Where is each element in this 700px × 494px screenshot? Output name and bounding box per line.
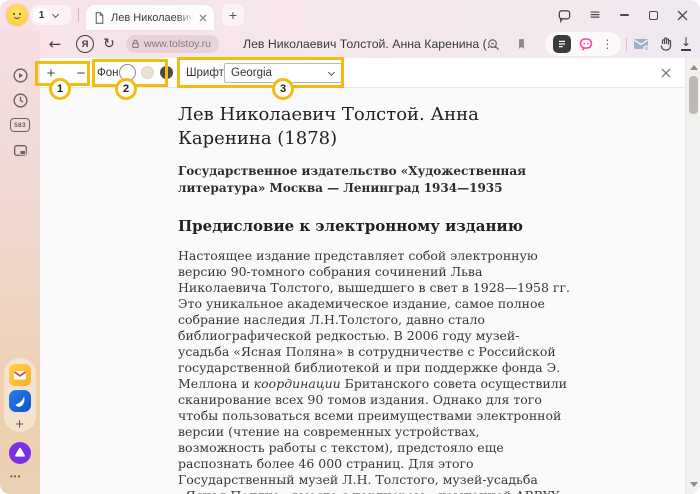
active-tab[interactable]: Лев Николаевич Толс <box>86 5 214 30</box>
window-close-button[interactable] <box>672 5 692 25</box>
tab-count-value: 1 <box>34 8 49 23</box>
reader-close-button[interactable] <box>658 65 674 81</box>
yandex-disk-app-icon[interactable] <box>9 390 31 412</box>
article-paragraph: Настоящее издание представляет собой эле… <box>178 248 570 494</box>
maximize-button[interactable] <box>643 5 663 25</box>
article-title: Лев Николаевич Толстой. Анна Каренина (1… <box>178 103 570 151</box>
close-icon <box>677 10 688 21</box>
paragraph-segment: Настоящее издание представляет собой эле… <box>178 248 570 391</box>
annotation-step-1: 1 <box>49 78 71 100</box>
navigation-bar: ← Я ↻ www.tolstoy.ru Лев Николаевич Толс… <box>0 30 700 58</box>
tab-strip: 1 Лев Николаевич Толс + ≡ <box>0 0 700 30</box>
sidebar-overflow-icon[interactable]: ••• <box>10 472 21 481</box>
article: Лев Николаевич Толстой. Анна Каренина (1… <box>178 88 570 494</box>
hand-gesture-icon[interactable] <box>657 35 675 53</box>
annotation-step-2: 2 <box>115 78 137 100</box>
feedback-chat-icon[interactable] <box>554 5 574 25</box>
zoom-search-icon[interactable] <box>484 35 502 53</box>
scrollbar-thumb[interactable] <box>689 76 698 114</box>
reload-icon[interactable]: ↻ <box>100 35 118 53</box>
alice-assistant-icon[interactable] <box>9 442 31 464</box>
tab-close-icon[interactable] <box>199 14 207 22</box>
article-heading: Предисловие к электронному изданию <box>178 217 570 236</box>
chevron-down-icon[interactable] <box>52 12 59 19</box>
add-app-icon[interactable]: + <box>11 416 28 433</box>
reader-mode-icon[interactable] <box>553 35 571 53</box>
avatar-face-icon <box>6 4 28 26</box>
divider <box>78 8 79 22</box>
paragraph-segment: Британского совета осуществили сканирова… <box>178 376 567 494</box>
video-icon[interactable] <box>12 67 29 84</box>
tab-counter[interactable]: 1 <box>31 5 71 25</box>
download-icon[interactable]: ↓ <box>678 36 694 52</box>
scroll-down-icon[interactable] <box>690 482 698 487</box>
reader-view: + − Фон Шрифт Georgia Лев Николаевич Тол… <box>40 58 685 494</box>
page-icon <box>93 11 106 25</box>
scroll-up-icon[interactable] <box>690 65 698 70</box>
paragraph-segment-italic: координации <box>254 376 341 391</box>
browser-window: 1 Лев Николаевич Толс + ≡ <box>0 0 700 494</box>
extensions-pill: ⋮ <box>545 32 621 56</box>
minimize-button[interactable] <box>614 5 634 25</box>
yandex-home-button[interactable]: Я <box>76 35 94 53</box>
annotation-step-3: 3 <box>272 78 294 100</box>
bookmark-icon[interactable] <box>512 35 530 53</box>
annotation-box-3 <box>177 57 344 88</box>
address-bar[interactable]: www.tolstoy.ru <box>126 35 219 53</box>
lock-icon <box>130 38 141 50</box>
article-meta: Государственное издательство «Художестве… <box>178 163 570 197</box>
page-title: Лев Николаевич Толстой. Анна Каренина (.… <box>243 37 497 51</box>
more-icon[interactable]: ⋮ <box>601 37 613 51</box>
menu-icon[interactable]: ≡ <box>585 5 605 25</box>
maximize-icon <box>649 11 658 20</box>
screen-share-icon[interactable] <box>12 142 29 159</box>
scrollbar[interactable] <box>685 58 700 494</box>
alice-chat-icon[interactable] <box>578 36 594 52</box>
url-text: www.tolstoy.ru <box>144 38 211 50</box>
profile-avatar[interactable] <box>6 4 28 26</box>
back-icon[interactable]: ← <box>46 35 64 53</box>
sidebar: 583 + ••• <box>0 30 40 494</box>
mail-icon[interactable] <box>632 35 650 53</box>
history-icon[interactable] <box>12 92 29 109</box>
yandex-mail-app-icon[interactable] <box>9 364 31 386</box>
minimize-icon <box>620 14 629 16</box>
divider <box>626 38 627 51</box>
new-tab-button[interactable]: + <box>222 4 244 26</box>
close-icon <box>661 68 671 78</box>
tab-title: Лев Николаевич Толс <box>111 12 194 24</box>
counter-badge[interactable]: 583 <box>10 118 30 132</box>
